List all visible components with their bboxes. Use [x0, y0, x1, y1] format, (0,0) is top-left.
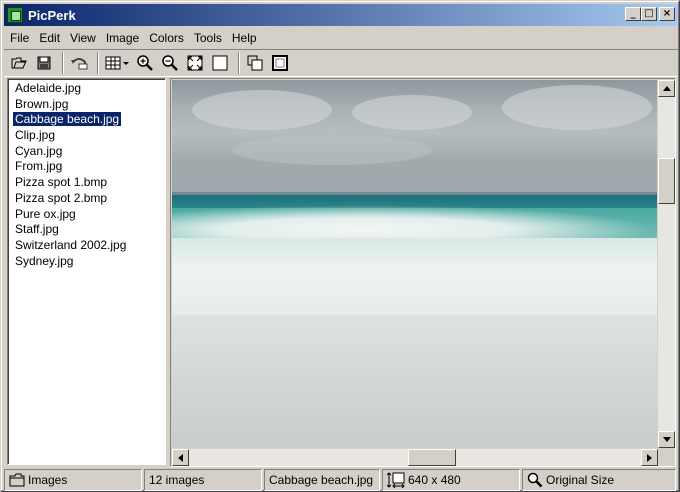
crop-icon	[272, 55, 288, 71]
status-count: 12 images	[144, 469, 262, 491]
zoom-in-icon	[137, 55, 153, 71]
file-list-item[interactable]: Sydney.jpg	[13, 254, 161, 270]
scroll-down-button[interactable]	[658, 431, 675, 448]
file-list-item[interactable]: Adelaide.jpg	[13, 81, 161, 97]
title-bar[interactable]: PicPerk _ □ ×	[4, 4, 678, 26]
file-list-item[interactable]: Pure ox.jpg	[13, 207, 161, 223]
status-bar: Images 12 images Cabbage beach.jpg 640 x…	[4, 469, 678, 491]
file-list-item[interactable]: Brown.jpg	[13, 97, 161, 113]
menu-colors[interactable]: Colors	[144, 31, 189, 45]
thumbnails-icon	[105, 56, 129, 70]
status-dimensions: 640 x 480	[382, 469, 520, 491]
file-list-item-label: Pure ox.jpg	[15, 206, 76, 221]
file-list-item-label: Pizza spot 1.bmp	[15, 175, 108, 190]
file-list-item-label: Clip.jpg	[15, 128, 56, 143]
window-title: PicPerk	[28, 7, 76, 23]
crop-button[interactable]	[269, 52, 291, 74]
menu-help[interactable]: Help	[227, 31, 262, 45]
zoom-in-button[interactable]	[134, 52, 156, 74]
status-filename: Cabbage beach.jpg	[264, 469, 380, 491]
fit-window-icon	[187, 55, 203, 71]
thumbnails-button[interactable]	[103, 52, 131, 74]
status-count-text: 12 images	[149, 473, 205, 487]
file-list-item-label: Staff.jpg	[15, 222, 59, 237]
toolbar-separator	[62, 52, 64, 74]
fit-window-button[interactable]	[184, 52, 206, 74]
status-zoom-text: Original Size	[546, 473, 615, 487]
horizontal-scroll-thumb[interactable]	[408, 449, 456, 466]
zoom-icon	[527, 472, 543, 488]
image-preview[interactable]	[172, 80, 657, 448]
minimize-button[interactable]: _	[625, 7, 641, 21]
menu-edit[interactable]: Edit	[34, 31, 65, 45]
image-viewer[interactable]	[170, 78, 676, 467]
photo-sky	[172, 80, 657, 197]
toolbar	[4, 49, 678, 77]
undo-button[interactable]	[68, 52, 90, 74]
app-window: PicPerk _ □ × File Edit View Image Color…	[0, 0, 680, 492]
status-filename-text: Cabbage beach.jpg	[269, 473, 374, 487]
status-folder-text: Images	[28, 473, 68, 487]
app-icon[interactable]	[7, 7, 23, 23]
toolbar-separator	[238, 52, 240, 74]
arrow-left-icon	[178, 453, 183, 462]
file-list-item-label: Cyan.jpg	[15, 143, 63, 158]
dimensions-icon	[387, 472, 405, 488]
file-list-item-label: Adelaide.jpg	[15, 81, 82, 95]
file-list-item[interactable]: Pizza spot 2.bmp	[13, 191, 161, 207]
file-list-panel[interactable]: Adelaide.jpg Brown.jpg Cabbage beach.jpg Cl…	[7, 78, 166, 465]
file-list-item[interactable]: Staff.jpg	[13, 222, 161, 238]
file-list-item-label: Cabbage beach.jpg	[11, 111, 123, 128]
zoom-out-icon	[162, 55, 178, 71]
status-folder: Images	[4, 469, 142, 491]
toolbar-separator	[97, 52, 99, 74]
photo-sand	[172, 315, 657, 448]
status-zoom: Original Size	[522, 469, 676, 491]
open-button[interactable]	[8, 52, 30, 74]
file-list-item[interactable]: Clip.jpg	[13, 128, 161, 144]
undo-icon	[71, 58, 88, 70]
save-icon	[37, 56, 51, 70]
file-list-item[interactable]: Pizza spot 1.bmp	[13, 175, 161, 191]
file-list-item[interactable]: Switzerland 2002.jpg	[13, 238, 161, 254]
file-list-item-label: Pizza spot 2.bmp	[15, 190, 108, 205]
maximize-button[interactable]: □	[641, 7, 657, 21]
arrow-down-icon	[662, 437, 671, 442]
scroll-corner	[658, 449, 675, 466]
file-list-item[interactable]: Cyan.jpg	[13, 144, 161, 160]
open-icon	[11, 57, 27, 69]
copy-button[interactable]	[244, 52, 266, 74]
vertical-scroll-thumb[interactable]	[658, 158, 675, 204]
close-button[interactable]: ×	[659, 7, 675, 21]
folder-icon	[9, 473, 25, 487]
zoom-out-button[interactable]	[159, 52, 181, 74]
file-list-item[interactable]: Cabbage beach.jpg	[11, 111, 161, 128]
scroll-up-button[interactable]	[658, 80, 675, 97]
menu-image[interactable]: Image	[101, 31, 144, 45]
file-list-item-label: Sydney.jpg	[15, 253, 74, 268]
arrow-right-icon	[647, 453, 652, 462]
fullscreen-button[interactable]	[209, 52, 231, 74]
vertical-scrollbar[interactable]	[658, 80, 675, 448]
file-list[interactable]: Adelaide.jpg Brown.jpg Cabbage beach.jpg Cl…	[8, 79, 165, 464]
file-list-item-label: Switzerland 2002.jpg	[15, 237, 127, 252]
menu-tools[interactable]: Tools	[189, 31, 227, 45]
file-list-item-label: Brown.jpg	[15, 96, 69, 111]
arrow-up-icon	[662, 86, 671, 91]
scroll-left-button[interactable]	[172, 449, 189, 466]
file-list-item-label: From.jpg	[15, 159, 63, 174]
scroll-right-button[interactable]	[641, 449, 658, 466]
menu-file[interactable]: File	[5, 31, 34, 45]
status-dimensions-text: 640 x 480	[408, 473, 461, 487]
save-button[interactable]	[33, 52, 55, 74]
copy-icon	[247, 55, 263, 71]
file-list-item[interactable]: From.jpg	[13, 159, 161, 175]
menu-view[interactable]: View	[65, 31, 101, 45]
fullscreen-icon	[212, 55, 228, 71]
menu-bar: File Edit View Image Colors Tools Help	[5, 28, 262, 48]
horizontal-scrollbar[interactable]	[172, 449, 658, 466]
